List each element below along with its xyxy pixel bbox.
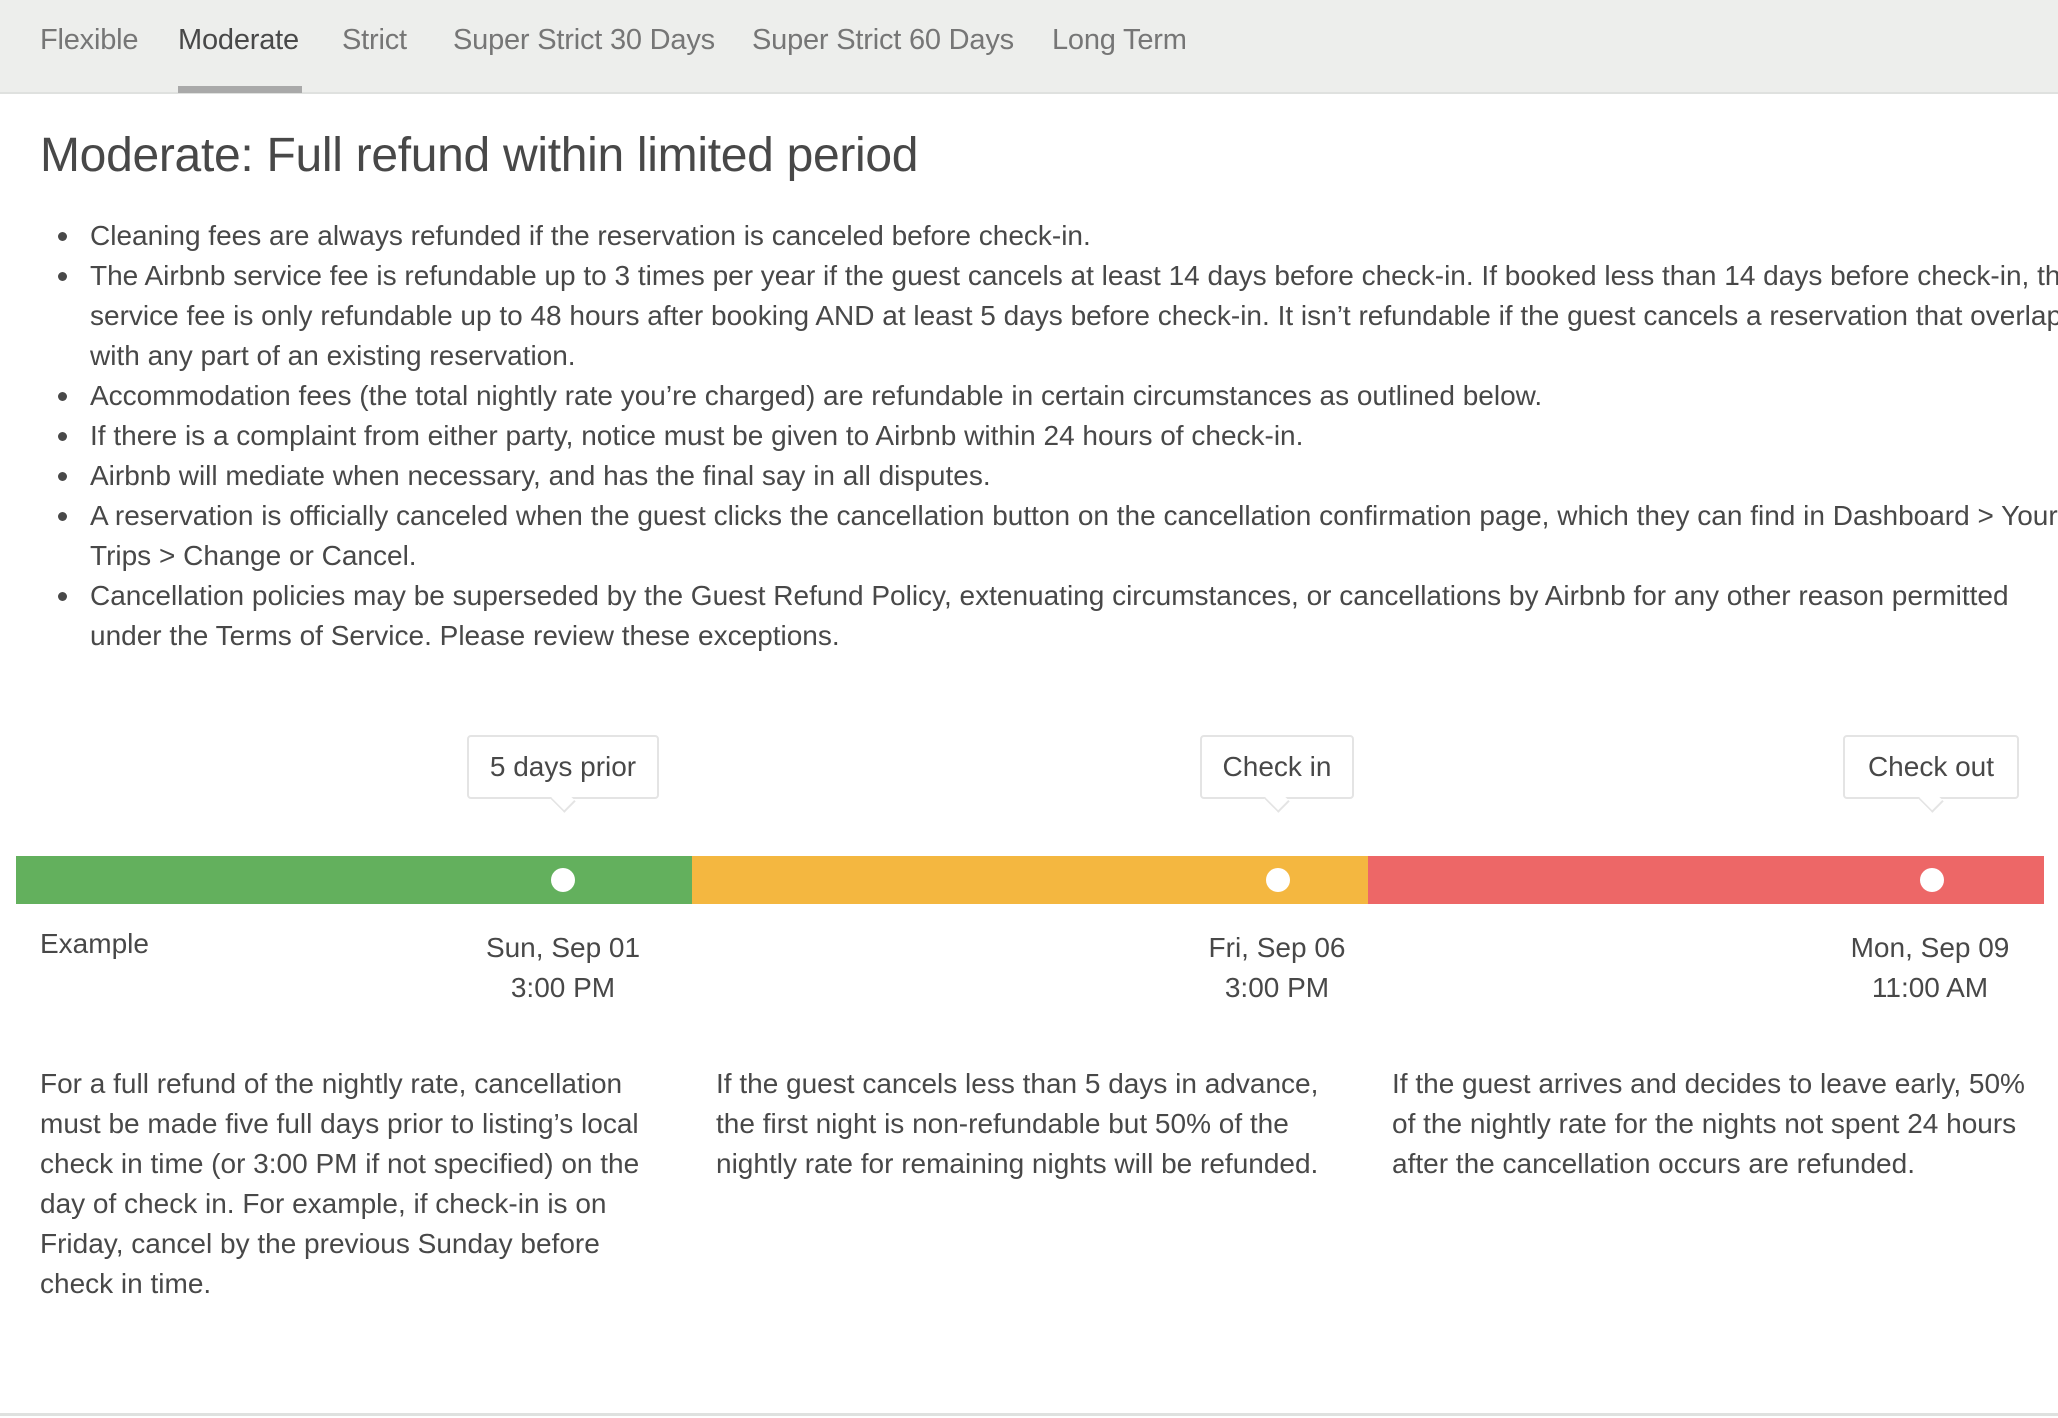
description-partial-refund: If the guest cancels less than 5 days in… [716,1068,1319,1179]
timeline-marker-check-out [1920,868,1944,892]
active-tab-indicator [178,86,302,93]
tab-strict[interactable]: Strict [342,24,407,57]
bullet-icon [58,272,67,281]
milestone-date: Fri, Sep 06 [1208,932,1346,963]
tab-super-strict-30-days[interactable]: Super Strict 30 Days [453,24,715,57]
list-item: Cleaning fees are always refunded if the… [58,216,2058,256]
bullet-text: Cancellation policies may be superseded … [90,580,2009,651]
timeline-marker-check-in [1266,868,1290,892]
bullet-text: The Airbnb service fee is refundable up … [90,260,2058,371]
tab-moderate[interactable]: Moderate [178,24,299,57]
bullet-text: Airbnb will mediate when necessary, and … [90,460,991,491]
list-item: If there is a complaint from either part… [58,416,2058,456]
tab-super-strict-60-days[interactable]: Super Strict 60 Days [752,24,1014,57]
bullet-text: A reservation is officially canceled whe… [90,500,2058,571]
bullet-icon [58,592,67,601]
list-item: A reservation is officially canceled whe… [58,496,2058,576]
timeline-segment-full-refund [16,856,692,904]
bullet-icon [58,432,67,441]
milestone-time: 3:00 PM [510,972,616,1003]
milestone-date: Mon, Sep 09 [1850,932,2010,963]
callout-check-in: Check in [1200,735,1354,799]
list-item: The Airbnb service fee is refundable up … [58,256,2058,376]
description-early-departure: If the guest arrives and decides to leav… [1392,1068,2025,1179]
bottom-divider [0,1413,2058,1416]
list-item: Accommodation fees (the total nightly ra… [58,376,2058,416]
milestone-date-5-days-prior: Sun, Sep 01 3:00 PM [433,928,693,1008]
bullet-icon [58,472,67,481]
list-item: Cancellation policies may be superseded … [58,576,2058,656]
list-item: Airbnb will mediate when necessary, and … [58,456,2058,496]
policy-bullet-list: Cleaning fees are always refunded if the… [40,216,2058,656]
callout-label: 5 days prior [489,751,637,782]
bullet-text: If there is a complaint from either part… [90,420,1304,451]
policy-tab-bar: Flexible Moderate Strict Super Strict 30… [0,0,2058,94]
tab-flexible[interactable]: Flexible [40,24,139,57]
example-label: Example [40,928,149,959]
callout-label: Check in [1222,751,1332,782]
description-full-refund: For a full refund of the nightly rate, c… [40,1068,640,1299]
milestone-date: Sun, Sep 01 [485,932,641,963]
milestone-date-check-in: Fri, Sep 06 3:00 PM [1147,928,1407,1008]
milestone-time: 3:00 PM [1224,972,1330,1003]
bullet-text: Accommodation fees (the total nightly ra… [90,380,1543,411]
tab-long-term[interactable]: Long Term [1052,24,1187,57]
bullet-icon [58,392,67,401]
callout-check-out: Check out [1843,735,2019,799]
bullet-icon [58,512,67,521]
bullet-text: Cleaning fees are always refunded if the… [90,220,1091,251]
milestone-date-check-out: Mon, Sep 09 11:00 AM [1800,928,2058,1008]
timeline-marker-5-days-prior [551,868,575,892]
bullet-icon [58,232,67,241]
callout-5-days-prior: 5 days prior [467,735,659,799]
callout-label: Check out [1867,751,1995,782]
milestone-time: 11:00 AM [1871,972,1989,1003]
policy-title: Moderate: Full refund within limited per… [40,129,919,182]
